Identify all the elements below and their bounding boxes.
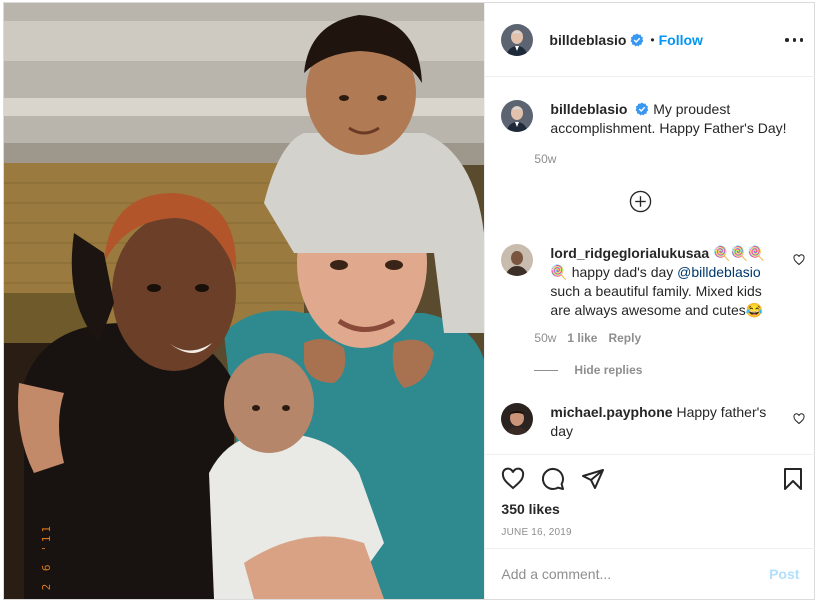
post-comment-button[interactable]: Post [769, 566, 799, 582]
add-comment-input[interactable] [501, 566, 770, 582]
likes-count[interactable]: 350 likes [501, 501, 559, 517]
comment-meta: 50w 1 like Reply [534, 331, 641, 345]
comment-text: lord_ridgeglorialukusaa 🍭🍭🍭🍭 happy dad's… [550, 244, 776, 320]
post-actions: 350 likes JUNE 16, 2019 [485, 454, 816, 548]
header-separator: • [650, 32, 655, 47]
comment-avatar[interactable] [501, 403, 534, 435]
paper-plane-icon[interactable] [581, 467, 605, 491]
comment-icon[interactable] [541, 467, 565, 491]
comment-body-start: happy dad's day [571, 264, 678, 280]
bookmark-icon[interactable] [781, 467, 805, 491]
camera-date-stamp: 2 6 '11 [40, 523, 53, 591]
comment-username[interactable]: michael.payphone [550, 404, 672, 420]
post-date[interactable]: JUNE 16, 2019 [501, 527, 571, 538]
comments-list[interactable]: billdeblasio My proudest accomplishment.… [485, 78, 815, 454]
header-username[interactable]: billdeblasio [549, 32, 626, 48]
caption-username[interactable]: billdeblasio [550, 101, 627, 117]
more-options-icon[interactable] [785, 31, 804, 49]
post-header: billdeblasio • Follow [485, 3, 816, 77]
reply-button[interactable]: Reply [608, 331, 641, 345]
comment-like-icon[interactable] [793, 413, 805, 425]
post-dialog: 2 6 '11 billdeblasio • Follow billdeblas… [3, 2, 816, 600]
follow-button[interactable]: Follow [659, 32, 703, 48]
comment-time[interactable]: 50w [534, 331, 556, 345]
hide-replies-button[interactable]: Hide replies [534, 363, 642, 377]
comment-like-icon[interactable] [793, 254, 805, 266]
comment-item: michael.payphone Happy father's day [501, 403, 801, 441]
verified-badge-icon [635, 102, 649, 116]
avatar[interactable] [501, 23, 534, 56]
comment-body-end: such a beautiful family. Mixed kids are … [550, 283, 764, 318]
post-sidebar: billdeblasio • Follow billdeblasio My pr… [484, 3, 816, 599]
comment-mention[interactable]: @billdeblasio [677, 264, 760, 280]
heart-icon[interactable] [501, 467, 525, 491]
verified-badge-icon [631, 33, 644, 46]
add-comment-bar: Post [485, 548, 816, 599]
comment-username[interactable]: lord_ridgeglorialukusaa [550, 245, 709, 261]
plus-circle-icon[interactable] [629, 190, 652, 213]
action-icons [501, 467, 605, 491]
post-photo[interactable]: 2 6 '11 [4, 3, 485, 599]
comment-text: michael.payphone Happy father's day [550, 403, 776, 441]
comment-avatar[interactable] [501, 244, 534, 276]
post-caption: billdeblasio My proudest accomplishment.… [501, 100, 801, 138]
caption-time[interactable]: 50w [534, 152, 556, 166]
family-photo [4, 3, 485, 599]
hide-replies-label: Hide replies [574, 363, 643, 377]
comment-likes[interactable]: 1 like [567, 331, 597, 345]
hide-replies-line [534, 369, 559, 371]
comment-item: lord_ridgeglorialukusaa 🍭🍭🍭🍭 happy dad's… [501, 244, 801, 320]
caption-text: billdeblasio My proudest accomplishment.… [550, 100, 800, 138]
caption-avatar[interactable] [501, 100, 534, 132]
